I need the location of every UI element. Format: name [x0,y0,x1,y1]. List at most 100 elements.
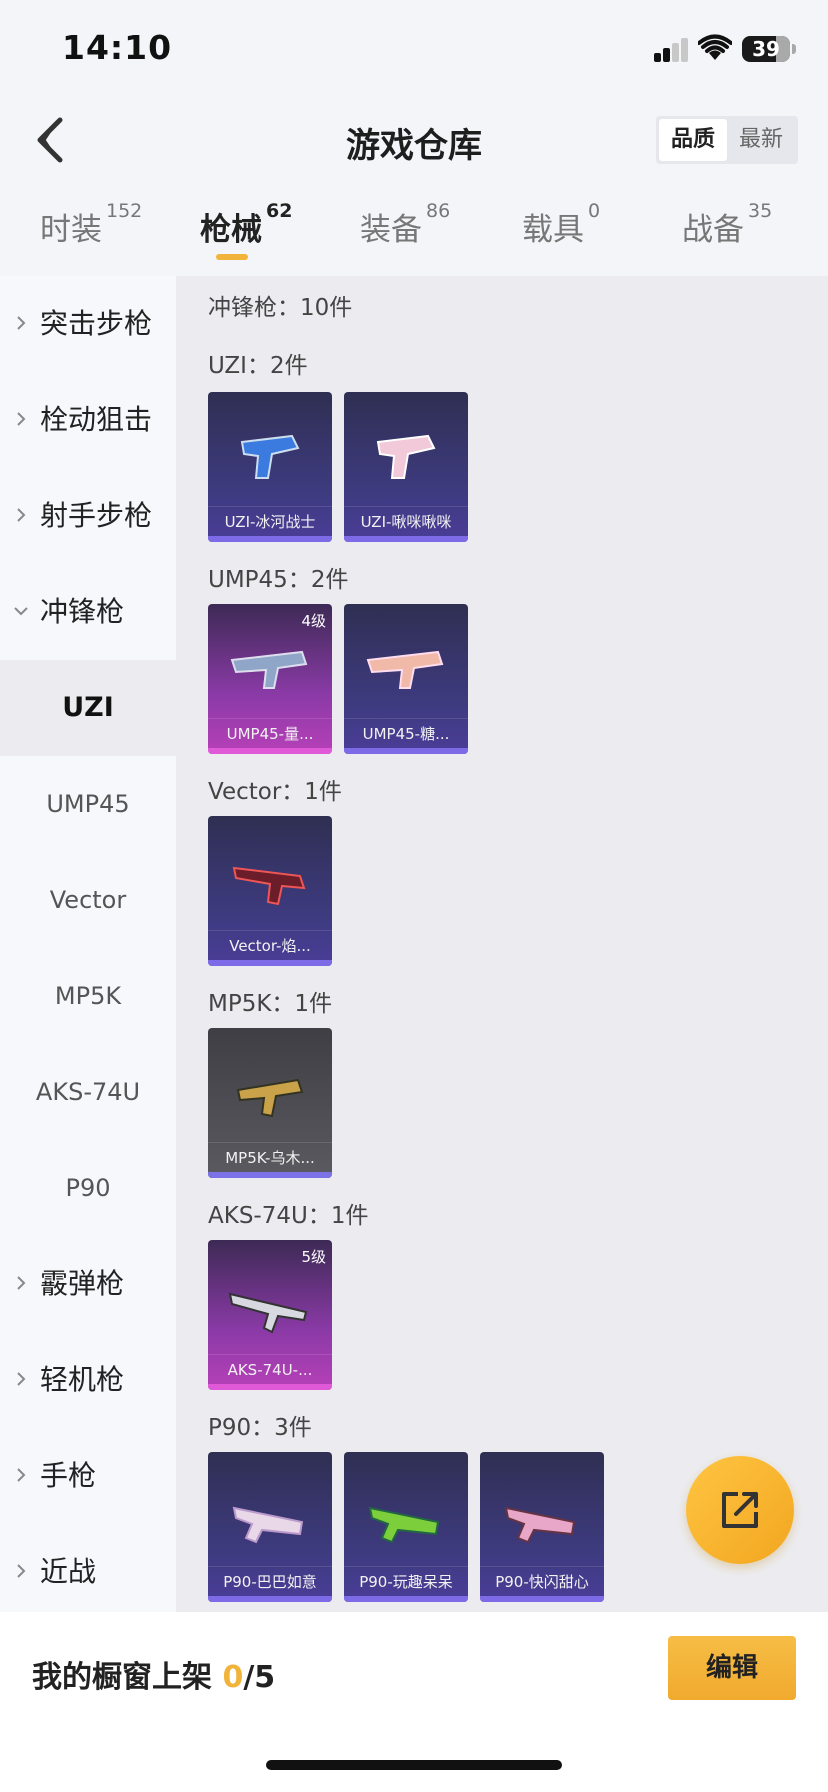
sidebar-sub-mp5k[interactable]: MP5K [0,948,176,1044]
weapon-card-name: P90-快闪甜心 [480,1566,604,1596]
gun-skin-icon [236,1078,304,1118]
sidebar-item-label: 冲锋枪 [40,595,125,628]
tab-equipment[interactable]: 装备86 [360,200,450,249]
weapon-card-name: AKS-74U-... [208,1354,332,1384]
sidebar-item-label: 近战 [40,1555,97,1588]
chevron-right-icon [17,412,26,426]
chevron-right-icon [17,508,26,522]
rarity-bar [344,536,468,542]
rarity-bar [344,748,468,754]
weapon-card[interactable]: 4级 UMP45-量... [208,604,332,754]
weapon-card[interactable]: UZI-冰河战士 [208,392,332,542]
showcase-label: 我的橱窗上架 [32,1660,212,1695]
weapon-card[interactable]: UZI-啾咪啾咪 [344,392,468,542]
sidebar-sub-ump45[interactable]: UMP45 [0,756,176,852]
sidebar-item-smg[interactable]: 冲锋枪 [0,564,176,660]
sidebar-sub-aks74u[interactable]: AKS-74U [0,1044,176,1140]
cellular-signal-icon [654,36,688,62]
chevron-right-icon [17,1276,26,1290]
rarity-bar [208,1384,332,1390]
weapon-card-name: Vector-焰... [208,930,332,960]
chevron-right-icon [17,1564,26,1578]
tab-label: 载具 [522,212,584,248]
rarity-bar [208,748,332,754]
sidebar-item-bolt-sniper[interactable]: 栓动狙击 [0,372,176,468]
weapon-card[interactable]: Vector-焰... [208,816,332,966]
sidebar-item-melee[interactable]: 近战 [0,1524,176,1620]
section-title: UMP45：2件 [208,567,349,593]
sort-quality-button[interactable]: 品质 [659,119,727,161]
section-title: UZI：2件 [208,353,308,379]
gun-skin-icon [230,650,308,689]
share-external-icon [722,1492,758,1528]
gun-skin-icon [368,1506,440,1544]
sidebar-item-label: 霰弹枪 [40,1267,125,1300]
weapon-card[interactable]: UMP45-糖... [344,604,468,754]
rarity-bar [344,1596,468,1602]
weapon-card[interactable]: P90-巴巴如意 [208,1452,332,1602]
chevron-down-icon [14,607,28,616]
wifi-icon [698,34,732,60]
tab-vehicles[interactable]: 载具0 [522,200,600,249]
edit-button[interactable]: 编辑 [668,1636,796,1700]
weapon-card-name: UMP45-糖... [344,718,468,748]
battery-icon: 39 [742,36,790,62]
tab-fashion[interactable]: 时装152 [40,200,142,249]
weapon-card-name: P90-玩趣呆呆 [344,1566,468,1596]
home-indicator [266,1760,562,1770]
weapon-card[interactable]: P90-玩趣呆呆 [344,1452,468,1602]
weapon-category-sidebar: 突击步枪 栓动狙击 射手步枪 冲锋枪 UZI UMP45 Vector MP5K… [0,276,176,1612]
rarity-bar [208,536,332,542]
tab-count: 152 [106,199,143,222]
sidebar-item-assault-rifle[interactable]: 突击步枪 [0,276,176,372]
tab-supplies[interactable]: 战备35 [682,200,772,249]
gun-skin-icon [504,1506,576,1544]
section-title: MP5K：1件 [208,991,333,1017]
sidebar-item-pistol[interactable]: 手枪 [0,1428,176,1524]
sidebar-item-label: 轻机枪 [40,1363,125,1396]
tab-firearms[interactable]: 枪械62 [200,200,292,249]
weapon-level-badge: 5级 [301,1248,326,1266]
tab-count: 35 [748,199,773,222]
tab-count: 62 [266,199,293,222]
tab-count: 0 [588,199,601,222]
weapon-card[interactable]: MP5K-乌木... [208,1028,332,1178]
weapon-card[interactable]: P90-快闪甜心 [480,1452,604,1602]
showcase-total: /5 [243,1660,276,1695]
sidebar-item-label: 手枪 [40,1459,97,1492]
gun-skin-icon [366,650,444,689]
sidebar-sub-vector[interactable]: Vector [0,852,176,948]
status-bar: 14:10 39 [0,0,828,100]
tab-label: 战备 [682,212,744,248]
weapon-card[interactable]: 5级 AKS-74U-... [208,1240,332,1390]
weapon-list: 冲锋枪：10件 UZI：2件 UZI-冰河战士 UZI-啾咪啾咪 UMP45：2… [176,276,828,1612]
section-title: Vector：1件 [208,779,342,805]
rarity-bar [480,1596,604,1602]
sidebar-item-marksman-rifle[interactable]: 射手步枪 [0,468,176,564]
rarity-bar [208,1596,332,1602]
gun-skin-icon [240,434,300,479]
sort-toggle[interactable]: 品质 最新 [656,116,798,164]
tab-label: 枪械 [200,212,262,248]
gun-skin-icon [228,1292,308,1334]
tab-label: 装备 [360,212,422,248]
weapon-card-name: UZI-冰河战士 [208,506,332,536]
sort-newest-button[interactable]: 最新 [727,119,795,161]
sidebar-item-shotgun[interactable]: 霰弹枪 [0,1236,176,1332]
sidebar-item-label: 射手步枪 [40,499,153,532]
gun-skin-icon [232,1506,304,1544]
sidebar-sub-p90[interactable]: P90 [0,1140,176,1236]
weapon-card-name: P90-巴巴如意 [208,1566,332,1596]
gun-skin-icon [376,434,436,479]
section-title: AKS-74U：1件 [208,1203,369,1229]
battery-level: 39 [752,37,780,61]
sidebar-item-label: 突击步枪 [40,307,153,340]
active-tab-indicator [216,254,248,260]
share-button[interactable] [686,1456,794,1564]
sidebar-item-lmg[interactable]: 轻机枪 [0,1332,176,1428]
rarity-bar [208,960,332,966]
group-title: 冲锋枪：10件 [208,295,353,321]
chevron-right-icon [17,316,26,330]
showcase-current-count: 0 [222,1660,244,1695]
sidebar-sub-uzi[interactable]: UZI [0,660,176,756]
